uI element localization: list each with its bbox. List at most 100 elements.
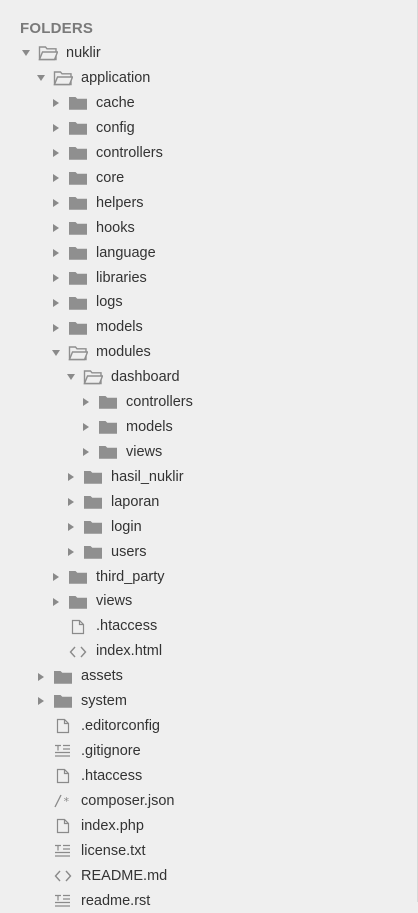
tree-folder-models[interactable]: models <box>0 315 417 340</box>
disclosure-right-icon[interactable] <box>50 97 62 109</box>
tree-file-htaccess[interactable]: .htaccess <box>0 764 417 789</box>
arrow-spacer <box>35 770 47 782</box>
svg-text:*: * <box>63 795 70 808</box>
tree-file-readme-rst[interactable]: readme.rst <box>0 888 417 913</box>
tree-folder-laporan[interactable]: laporan <box>0 490 417 515</box>
tree-folder-controllers[interactable]: controllers <box>0 390 417 415</box>
tree-item-label: index.html <box>96 643 163 660</box>
folder-icon <box>98 394 118 410</box>
tree-item-label: views <box>126 443 163 460</box>
tree-item-label: language <box>96 244 156 261</box>
disclosure-right-icon[interactable] <box>35 671 47 683</box>
tree-item-label: .editorconfig <box>81 718 160 735</box>
disclosure-right-icon[interactable] <box>50 222 62 234</box>
folder-icon <box>83 469 103 485</box>
tree-item-label: views <box>96 593 133 610</box>
disclosure-right-icon[interactable] <box>65 521 77 533</box>
tree-folder-nuklir[interactable]: nuklir <box>0 41 417 66</box>
disclosure-right-icon[interactable] <box>35 695 47 707</box>
tree-item-label: controllers <box>96 144 163 161</box>
disclosure-right-icon[interactable] <box>65 496 77 508</box>
folder-open-icon <box>38 45 58 61</box>
tree-item-label: config <box>96 119 135 136</box>
tree-item-label: dashboard <box>111 369 180 386</box>
arrow-spacer <box>35 895 47 907</box>
tree-folder-controllers[interactable]: controllers <box>0 141 417 166</box>
tree-file-index-php[interactable]: index.php <box>0 814 417 839</box>
tree-folder-dashboard[interactable]: dashboard <box>0 365 417 390</box>
tree-file-gitignore[interactable]: .gitignore <box>0 739 417 764</box>
tree-folder-models[interactable]: models <box>0 415 417 440</box>
disclosure-right-icon[interactable] <box>50 147 62 159</box>
tree-folder-users[interactable]: users <box>0 539 417 564</box>
folder-open-icon <box>68 345 88 361</box>
text-lines-icon <box>53 893 73 909</box>
tree-folder-helpers[interactable]: helpers <box>0 191 417 216</box>
disclosure-right-icon[interactable] <box>50 596 62 608</box>
folder-icon <box>68 569 88 585</box>
tree-file-readme-md[interactable]: README.md <box>0 863 417 888</box>
tree-folder-assets[interactable]: assets <box>0 664 417 689</box>
tree-folder-system[interactable]: system <box>0 689 417 714</box>
disclosure-right-icon[interactable] <box>50 571 62 583</box>
disclosure-right-icon[interactable] <box>65 471 77 483</box>
tree-item-label: application <box>81 70 151 87</box>
tree-file-editorconfig[interactable]: .editorconfig <box>0 714 417 739</box>
folder-icon <box>68 95 88 111</box>
comment-icon: * <box>53 793 73 809</box>
tree-folder-hasil-nuklir[interactable]: hasil_nuklir <box>0 465 417 490</box>
tree-folder-logs[interactable]: logs <box>0 290 417 315</box>
tree-item-label: users <box>111 543 147 560</box>
tree-item-label: index.php <box>81 817 144 834</box>
tree-item-label: laporan <box>111 493 160 510</box>
disclosure-down-icon[interactable] <box>65 371 77 383</box>
disclosure-right-icon[interactable] <box>50 322 62 334</box>
disclosure-right-icon[interactable] <box>80 446 92 458</box>
tree-item-label: controllers <box>126 394 193 411</box>
disclosure-right-icon[interactable] <box>50 297 62 309</box>
tree-folder-login[interactable]: login <box>0 515 417 540</box>
folder-icon <box>68 220 88 236</box>
disclosure-right-icon[interactable] <box>50 197 62 209</box>
disclosure-right-icon[interactable] <box>80 396 92 408</box>
disclosure-right-icon[interactable] <box>80 421 92 433</box>
folder-icon <box>68 295 88 311</box>
folder-open-icon <box>53 70 73 86</box>
tree-item-label: logs <box>96 294 123 311</box>
tree-folder-views[interactable]: views <box>0 589 417 614</box>
tree-folder-views[interactable]: views <box>0 440 417 465</box>
tree-folder-config[interactable]: config <box>0 116 417 141</box>
folder-icon <box>53 693 73 709</box>
disclosure-right-icon[interactable] <box>50 122 62 134</box>
tree-folder-cache[interactable]: cache <box>0 91 417 116</box>
tree-item-label: models <box>96 319 143 336</box>
disclosure-right-icon[interactable] <box>50 272 62 284</box>
folder-icon <box>68 145 88 161</box>
tree-file-htaccess[interactable]: .htaccess <box>0 614 417 639</box>
disclosure-down-icon[interactable] <box>35 72 47 84</box>
tree-file-license-txt[interactable]: license.txt <box>0 839 417 864</box>
tree-folder-hooks[interactable]: hooks <box>0 215 417 240</box>
disclosure-down-icon[interactable] <box>50 347 62 359</box>
folder-icon <box>53 669 73 685</box>
folder-icon <box>98 419 118 435</box>
code-icon <box>53 868 73 884</box>
arrow-spacer <box>35 720 47 732</box>
disclosure-right-icon[interactable] <box>50 172 62 184</box>
tree-folder-modules[interactable]: modules <box>0 340 417 365</box>
tree-folder-application[interactable]: application <box>0 66 417 91</box>
disclosure-right-icon[interactable] <box>50 247 62 259</box>
file-tree: nuklir application cache config controllers c… <box>0 41 417 913</box>
tree-item-label: hooks <box>96 219 135 236</box>
tree-file-index-html[interactable]: index.html <box>0 639 417 664</box>
tree-folder-third-party[interactable]: third_party <box>0 564 417 589</box>
tree-folder-libraries[interactable]: libraries <box>0 265 417 290</box>
disclosure-down-icon[interactable] <box>20 47 32 59</box>
tree-item-label: composer.json <box>81 792 175 809</box>
disclosure-right-icon[interactable] <box>65 546 77 558</box>
tree-file-composer-json[interactable]: * composer.json <box>0 789 417 814</box>
tree-folder-core[interactable]: core <box>0 166 417 191</box>
tree-folder-language[interactable]: language <box>0 240 417 265</box>
tree-item-label: .gitignore <box>81 743 141 760</box>
folder-icon <box>68 594 88 610</box>
